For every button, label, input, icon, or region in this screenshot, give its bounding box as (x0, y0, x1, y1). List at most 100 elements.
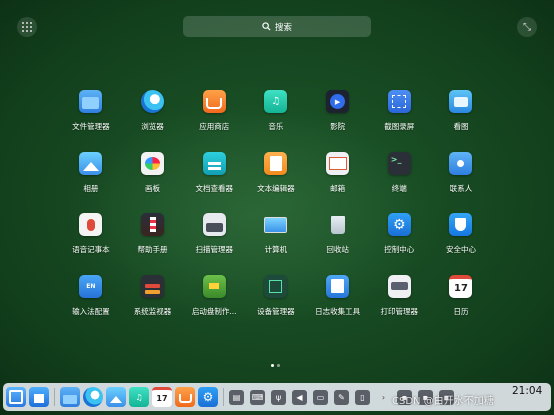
page-dot-active[interactable] (271, 364, 274, 367)
search-label: 搜索 (274, 22, 292, 33)
album-icon (110, 396, 122, 403)
page-dot[interactable] (277, 364, 280, 367)
app-text-editor[interactable]: 文本编辑器 (245, 151, 307, 214)
app-image-viewer[interactable]: 看图 (430, 90, 492, 152)
keyboard-icon: ⌨ (251, 392, 264, 402)
chevron-right-icon: › (381, 392, 386, 402)
tray-phone[interactable]: ▯ (355, 389, 370, 405)
tray-usb[interactable]: ψ (271, 389, 286, 405)
paint-icon (141, 151, 165, 175)
app-contacts[interactable]: 联系人 (430, 151, 492, 214)
folder-icon (79, 90, 103, 113)
dock-app-store[interactable] (175, 387, 195, 407)
voice-note-icon (79, 213, 103, 236)
app-help[interactable]: 帮助手册 (122, 213, 184, 275)
app-document-viewer[interactable]: 文档查看器 (183, 151, 245, 214)
dock-clock[interactable]: 21:04 (512, 385, 542, 397)
calendar-date: 17 (454, 282, 468, 294)
app-grid: 文件管理器 浏览器 应用商店 ♫ 音乐 ▶ 影院 截图录屏 看图 相册 画板 文… (60, 90, 492, 336)
dock-album[interactable] (106, 387, 126, 407)
app-trash[interactable]: 回收站 (307, 213, 369, 275)
collapse-icon: ⤡ (523, 21, 531, 33)
music-icon: ♫ (264, 90, 288, 113)
printer-icon (387, 274, 411, 298)
pen-icon: ✎ (338, 392, 345, 402)
app-music[interactable]: ♫ 音乐 (245, 90, 307, 152)
app-paint[interactable]: 画板 (122, 151, 184, 214)
mail-icon (326, 151, 350, 175)
album-icon (79, 151, 103, 175)
dock-separator (54, 388, 55, 406)
keyboard-icon: EN (79, 274, 103, 298)
app-boot-maker[interactable]: 启动盘制作... (183, 274, 245, 337)
app-video[interactable]: ▶ 影院 (307, 90, 369, 152)
volume-icon: ◀ (296, 392, 303, 402)
app-file-manager[interactable]: 文件管理器 (60, 90, 122, 152)
dock-multitask[interactable] (6, 387, 26, 407)
tray-notes[interactable]: ▤ (229, 389, 244, 405)
clipboard-icon: ▤ (232, 392, 241, 402)
dock-calendar[interactable]: 17 (152, 387, 172, 407)
video-icon: ▶ (326, 90, 350, 113)
app-terminal[interactable]: >_ 终端 (368, 151, 430, 214)
app-scanner[interactable]: 扫描管理器 (183, 213, 245, 275)
app-print-manager[interactable]: 打印管理器 (368, 274, 430, 337)
app-security-center[interactable]: 安全中心 (430, 213, 492, 275)
document-viewer-icon (202, 151, 226, 175)
app-grid-button[interactable] (17, 17, 37, 37)
dock-browser[interactable] (83, 387, 103, 407)
device-manager-icon (264, 274, 288, 298)
computer-icon (264, 213, 288, 236)
grid-icon (21, 21, 33, 33)
calendar-icon: 17 (449, 274, 473, 298)
app-screenshot[interactable]: 截图录屏 (368, 90, 430, 152)
dock-desktop[interactable] (29, 387, 49, 407)
contacts-icon (449, 151, 473, 175)
app-control-center[interactable]: ⚙ 控制中心 (368, 213, 430, 275)
app-store[interactable]: 应用商店 (183, 90, 245, 152)
page-indicator (271, 364, 280, 367)
security-icon (449, 213, 473, 236)
app-computer[interactable]: 计算机 (245, 213, 307, 275)
monitor-icon (141, 274, 165, 298)
app-mail[interactable]: 邮箱 (307, 151, 369, 214)
screenshot-icon (387, 90, 411, 113)
browser-icon (141, 90, 165, 113)
app-voice-note[interactable]: 语音记事本 (60, 213, 122, 275)
tray-keyboard[interactable]: ⌨ (250, 389, 265, 405)
help-icon (141, 213, 165, 236)
scanner-icon (202, 213, 226, 236)
settings-icon: ⚙ (202, 390, 214, 404)
tray-expand[interactable]: › (376, 390, 391, 405)
app-log-collector[interactable]: 日志收集工具 (307, 274, 369, 337)
calendar-date: 17 (156, 394, 168, 403)
app-album[interactable]: 相册 (60, 151, 122, 214)
dock-file-manager[interactable] (60, 387, 80, 407)
dock-control-center[interactable]: ⚙ (198, 387, 218, 407)
tray-pen[interactable]: ✎ (334, 389, 349, 405)
tray-volume[interactable]: ◀ (292, 389, 307, 405)
boot-maker-icon (202, 274, 226, 298)
app-input-method[interactable]: EN 输入法配置 (60, 274, 122, 337)
watermark: CSDN @白开水不加糖 (392, 396, 494, 407)
app-calendar[interactable]: 17 日历 (430, 274, 492, 337)
music-icon: ♫ (135, 392, 143, 402)
dock-separator (223, 388, 224, 406)
fullscreen-toggle-button[interactable]: ⤡ (517, 17, 537, 37)
usb-icon: ψ (275, 392, 282, 402)
dock-music[interactable]: ♫ (129, 387, 149, 407)
log-icon (326, 274, 350, 298)
app-device-manager[interactable]: 设备管理器 (245, 274, 307, 337)
folder-icon (63, 394, 77, 404)
search-box[interactable]: 搜索 (183, 16, 371, 37)
tray-screen[interactable]: ▭ (313, 389, 328, 405)
app-system-monitor[interactable]: 系统监视器 (122, 274, 184, 337)
search-icon (262, 22, 271, 31)
terminal-icon: >_ (387, 151, 411, 175)
phone-icon: ▯ (360, 392, 365, 402)
image-viewer-icon (449, 90, 473, 113)
app-browser[interactable]: 浏览器 (122, 90, 184, 152)
settings-icon: ⚙ (387, 213, 411, 236)
trash-icon (326, 213, 349, 236)
text-editor-icon (264, 151, 288, 175)
